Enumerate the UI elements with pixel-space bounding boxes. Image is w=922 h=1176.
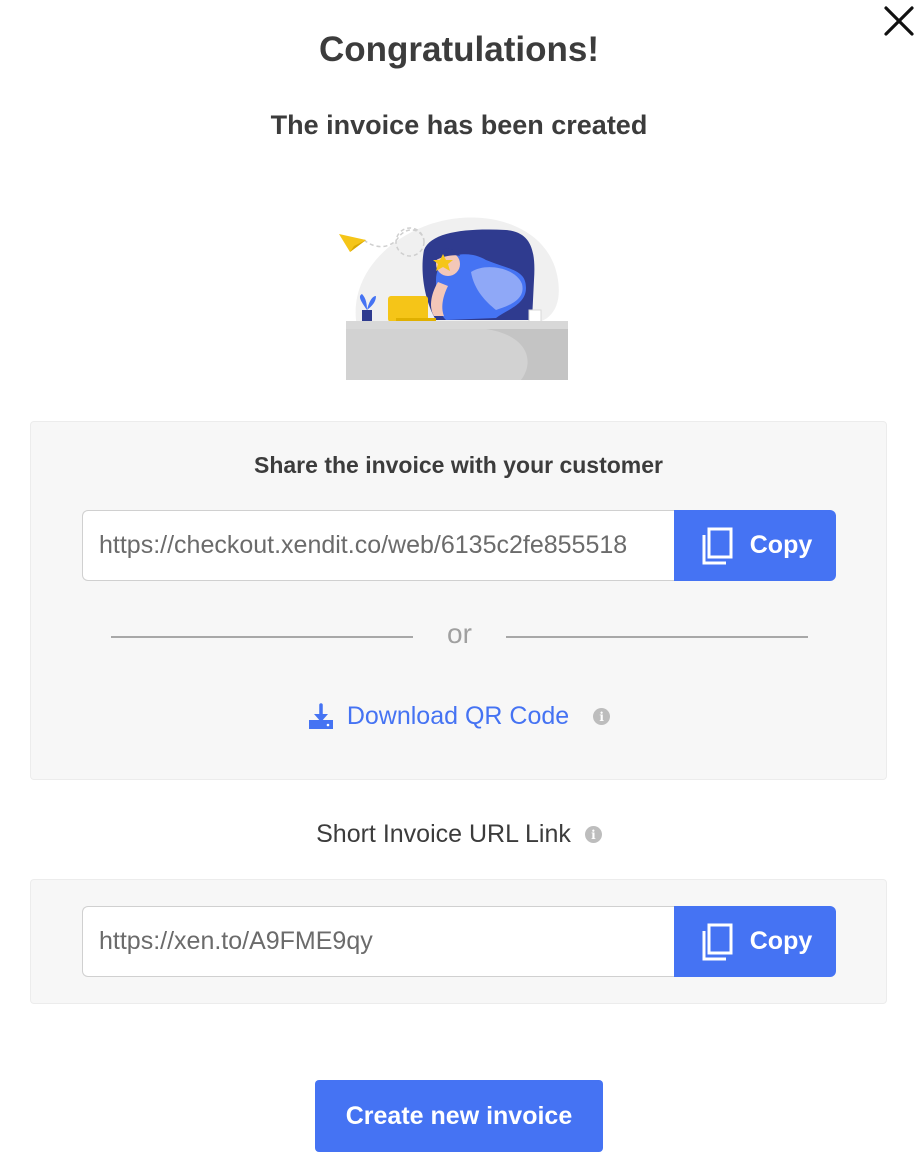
short-link-row: Copy [82, 906, 836, 977]
or-divider: or [111, 618, 808, 654]
download-icon [308, 702, 333, 729]
modal-title: Congratulations! [319, 30, 599, 69]
invoice-created-illustration [339, 217, 568, 380]
copy-icon [702, 923, 733, 960]
create-new-invoice-button[interactable]: Create new invoice [315, 1080, 603, 1152]
download-qr-code-link[interactable]: Download QR Code [307, 702, 569, 731]
divider-label: or [447, 618, 472, 649]
short-url-field[interactable] [82, 906, 674, 977]
invoice-link-row: Copy [82, 510, 836, 581]
copy-short-url-button[interactable]: Copy [674, 906, 836, 977]
download-qr-label: Download QR Code [346, 702, 570, 730]
info-icon[interactable]: i [584, 826, 602, 843]
invoice-url-field[interactable] [82, 510, 674, 581]
short-url-label-row: Short Invoice URL Link i [0, 820, 918, 849]
copy-label: Copy [749, 531, 813, 559]
share-heading: Share the invoice with your customer [254, 452, 663, 478]
modal-subtitle: The invoice has been created [270, 110, 648, 140]
copy-icon [702, 527, 733, 564]
short-url-label: Short Invoice URL Link [316, 820, 571, 848]
share-invoice-panel: Share the invoice with your customer Cop… [30, 421, 887, 780]
info-icon[interactable]: i [593, 708, 611, 725]
copy-label: Copy [749, 927, 813, 955]
copy-invoice-url-button[interactable]: Copy [674, 510, 836, 581]
download-qr-row: Download QR Code i [31, 702, 886, 731]
divider-line-right [506, 636, 808, 638]
short-url-panel: Copy [30, 879, 887, 1004]
